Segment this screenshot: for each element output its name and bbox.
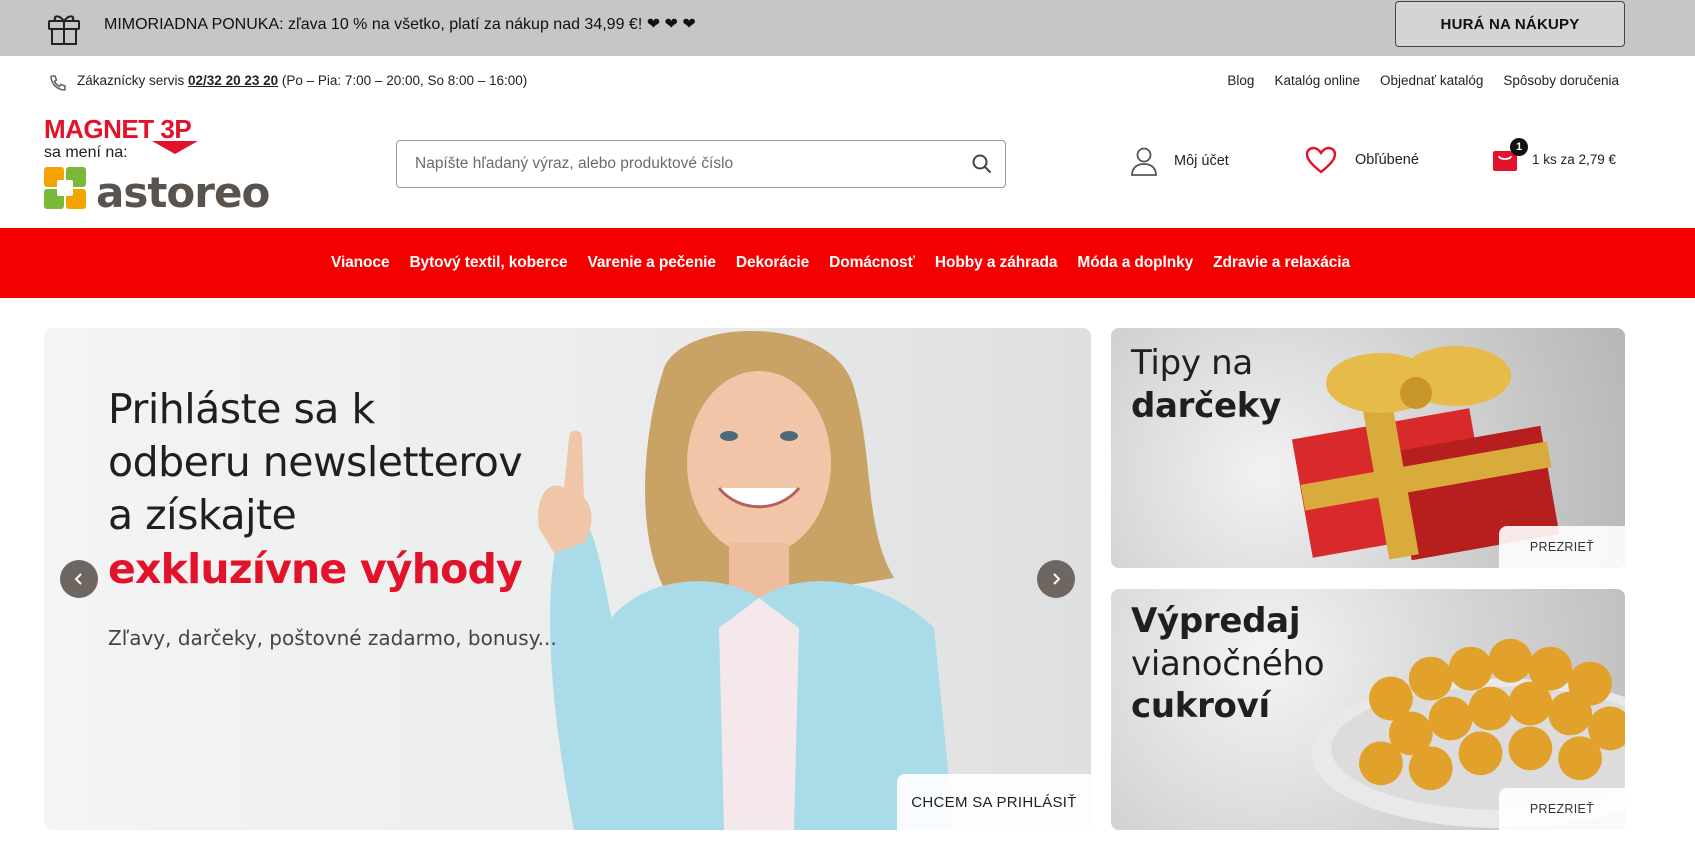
logo-new-brand: astoreo xyxy=(96,168,269,217)
nav-item-varenie[interactable]: Varenie a pečenie xyxy=(588,254,717,272)
tile-cookies-view-button[interactable]: PREZRIEŤ xyxy=(1499,788,1625,830)
account-link[interactable]: Môj účet xyxy=(1130,146,1229,176)
service-hours: (Po – Pia: 7:00 – 20:00, So 8:00 – 16:00… xyxy=(278,73,528,88)
search-box xyxy=(396,140,1006,188)
carousel-next-button[interactable] xyxy=(1037,560,1075,598)
nav-item-domacnost[interactable]: Domácnosť xyxy=(829,254,915,272)
customer-service-info: Zákaznícky servis 02/32 20 23 20 (Po – P… xyxy=(77,73,527,88)
cart-icon-wrap: 1 xyxy=(1492,138,1528,172)
hero-banner[interactable]: Prihláste sa k odberu newsletterov a zís… xyxy=(44,328,1091,830)
main-nav: Vianoce Bytový textil, koberce Varenie a… xyxy=(0,228,1695,298)
phone-icon xyxy=(50,75,66,91)
account-label: Môj účet xyxy=(1174,153,1229,169)
tile-gifts-line-2: darčeky xyxy=(1131,386,1281,426)
promo-text: MIMORIADNA PONUKA: zľava 10 % na všetko,… xyxy=(104,16,696,33)
promo-tile-cookies[interactable]: Výpredaj vianočného cukroví PREZRIEŤ xyxy=(1111,589,1625,830)
nav-item-dekoracie[interactable]: Dekorácie xyxy=(736,254,809,272)
link-delivery-methods[interactable]: Spôsoby doručenia xyxy=(1503,73,1619,88)
chevron-left-icon xyxy=(74,573,82,585)
hero-signup-button[interactable]: CHCEM SA PRIHLÁSIŤ xyxy=(897,774,1091,830)
brand-logo[interactable]: MAGNET 3P sa mení na: astoreo xyxy=(44,111,304,219)
nav-item-bytovy-textil[interactable]: Bytový textil, koberce xyxy=(409,254,567,272)
nav-item-vianoce[interactable]: Vianoce xyxy=(331,254,390,272)
logo-changes-to: sa mení na: xyxy=(44,144,128,161)
cart-count-badge: 1 xyxy=(1510,138,1528,156)
service-phone-link[interactable]: 02/32 20 23 20 xyxy=(188,73,278,88)
hero-line-2: odberu newsletterov xyxy=(108,438,523,486)
logo-old-brand: MAGNET 3P xyxy=(44,114,191,144)
service-prefix: Zákaznícky servis xyxy=(77,73,189,88)
tile-gifts-view-button[interactable]: PREZRIEŤ xyxy=(1499,526,1625,568)
nav-item-hobby[interactable]: Hobby a záhrada xyxy=(935,254,1058,272)
favorites-label: Obľúbené xyxy=(1355,152,1419,168)
hero-headline: Prihláste sa k odberu newsletterov a zís… xyxy=(108,383,523,542)
tile-cookies-line-1: Výpredaj xyxy=(1131,601,1301,641)
promo-shop-button[interactable]: HURÁ NA NÁKUPY xyxy=(1395,1,1625,47)
cart-summary: 1 ks za 2,79 € xyxy=(1532,151,1617,167)
gift-icon xyxy=(48,15,80,45)
utility-links: Blog Katalóg online Objednať katalóg Spô… xyxy=(1227,73,1619,88)
chevron-right-icon xyxy=(1053,573,1061,585)
utility-bar: Zákaznícky servis 02/32 20 23 20 (Po – P… xyxy=(0,56,1695,106)
link-order-catalog[interactable]: Objednať katalóg xyxy=(1380,73,1483,88)
hero-line-1: Prihláste sa k xyxy=(108,385,375,433)
tile-cookies-line-3: cukroví xyxy=(1131,686,1270,726)
site-header: MAGNET 3P sa mení na: astoreo Môj účet O… xyxy=(0,106,1695,228)
carousel-prev-button[interactable] xyxy=(60,560,98,598)
hero-accent: exkluzívne výhody xyxy=(108,545,523,593)
search-input[interactable] xyxy=(415,141,955,187)
tile-cookies-line-2: vianočného xyxy=(1131,644,1325,684)
favorites-link[interactable]: Obľúbené xyxy=(1305,146,1419,174)
hero-line-3: a získajte xyxy=(108,491,297,539)
user-icon xyxy=(1131,147,1157,176)
heart-icon xyxy=(1305,146,1337,174)
link-blog[interactable]: Blog xyxy=(1227,73,1254,88)
smiling-woman-image xyxy=(538,330,954,830)
tile-gifts-line-1: Tipy na xyxy=(1131,343,1253,383)
promo-tile-gifts[interactable]: Tipy na darčeky PREZRIEŤ xyxy=(1111,328,1625,568)
cart-link[interactable]: 1 1 ks za 2,79 € xyxy=(1492,138,1617,172)
search-icon[interactable] xyxy=(971,153,993,175)
hero-subtitle: Zľavy, darčeky, poštovné zadarmo, bonusy… xyxy=(108,626,557,650)
nav-item-zdravie[interactable]: Zdravie a relaxácia xyxy=(1213,254,1350,272)
astoreo-mark-icon xyxy=(44,167,86,209)
promo-bar: MIMORIADNA PONUKA: zľava 10 % na všetko,… xyxy=(0,0,1695,56)
link-catalog-online[interactable]: Katalóg online xyxy=(1274,73,1360,88)
nav-item-moda[interactable]: Móda a doplnky xyxy=(1077,254,1193,272)
